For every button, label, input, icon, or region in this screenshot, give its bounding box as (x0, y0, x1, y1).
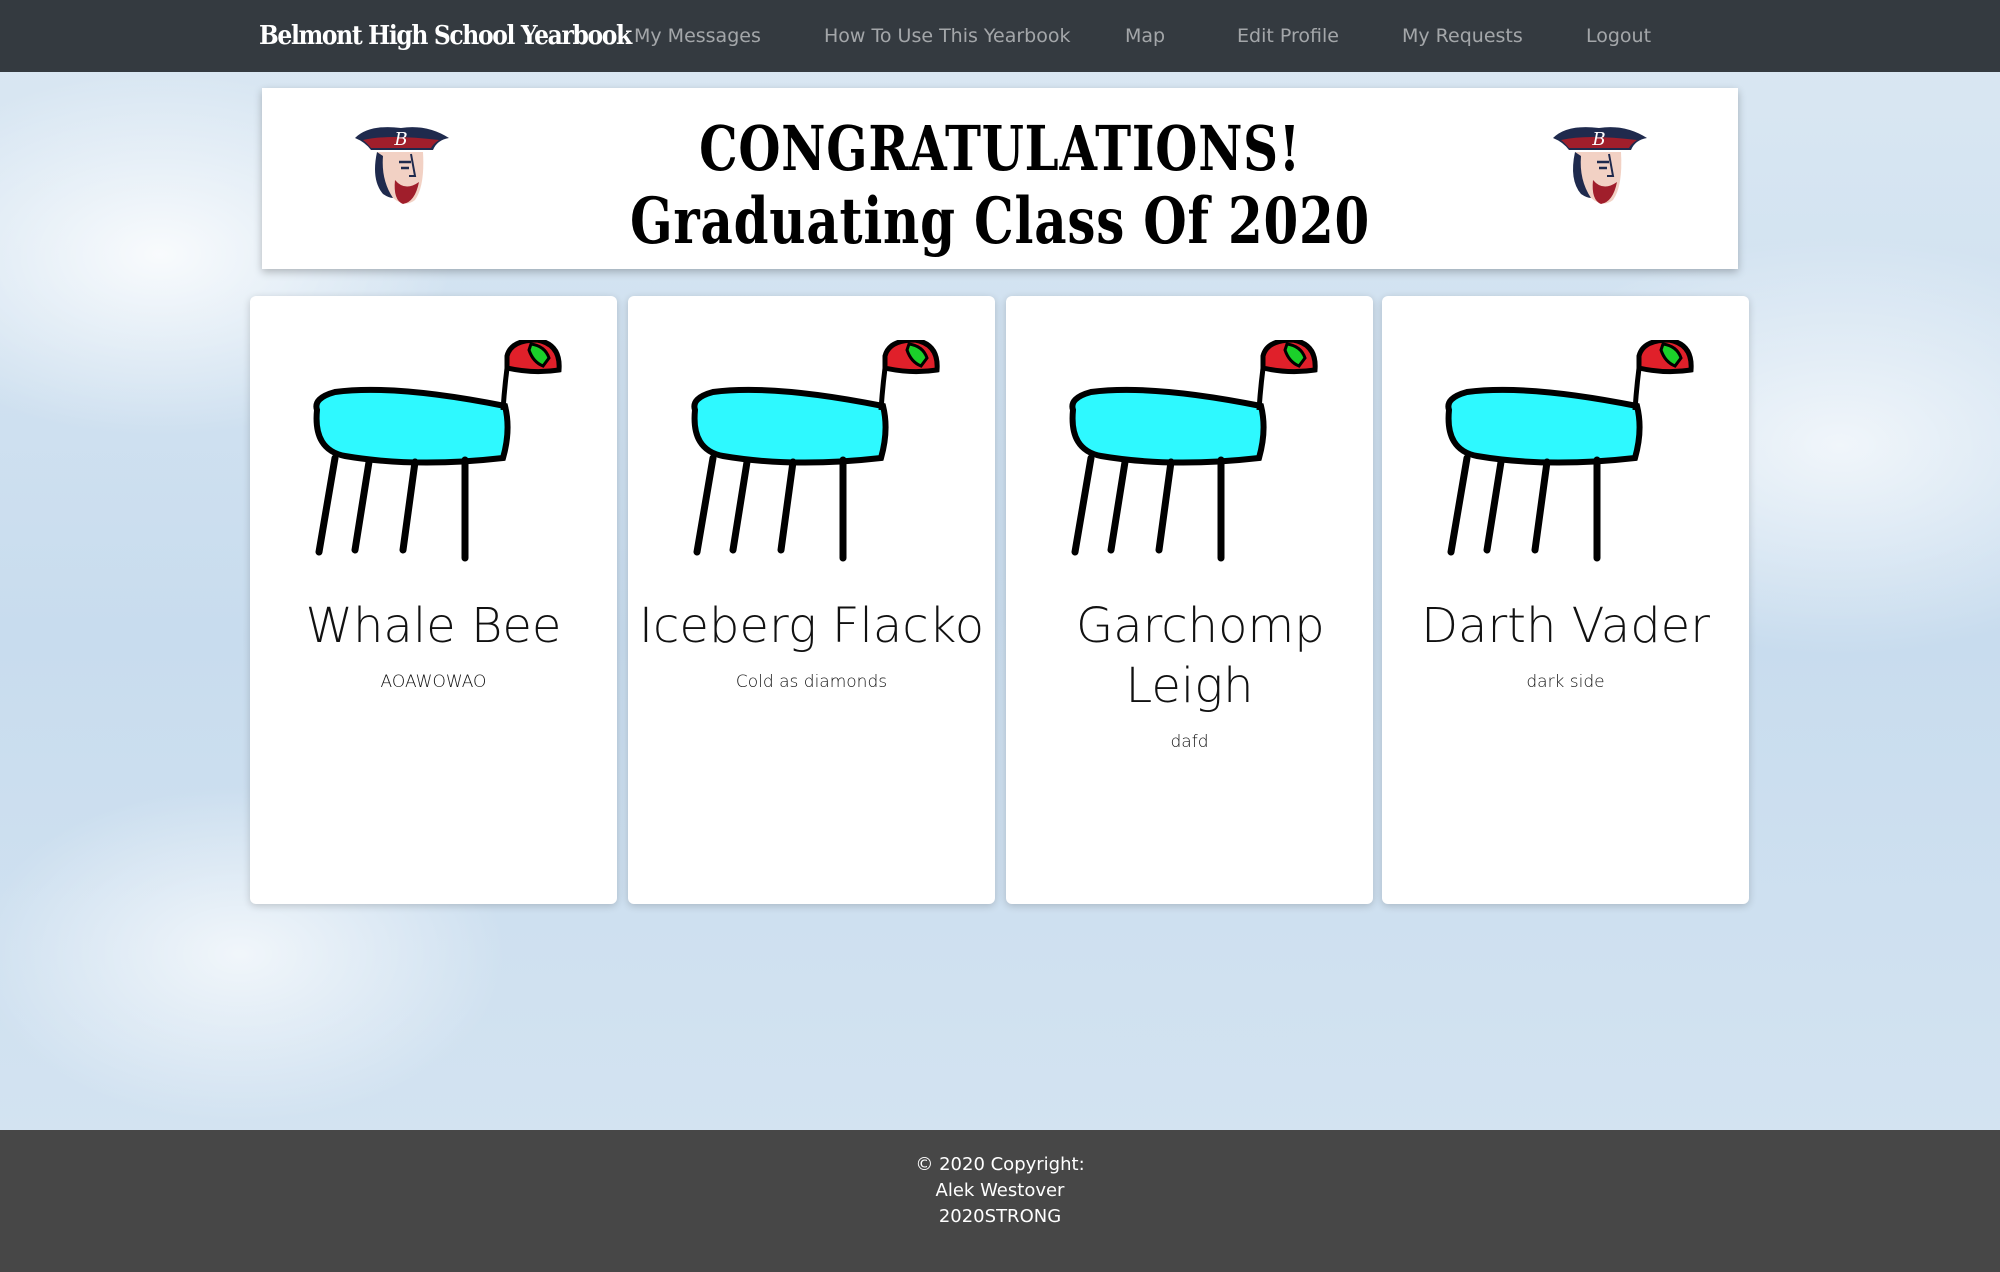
student-name-text: Whale Bee (305, 598, 562, 654)
patriot-mascot-logo: B (1553, 127, 1647, 204)
profile-picture (691, 340, 940, 562)
student-caption: dafd (1170, 732, 1209, 752)
banner-title: CONGRATULATIONS! (699, 112, 1301, 185)
student-caption: dark side (1526, 672, 1605, 692)
student-name: Whale Bee AOAWOWAO (260, 596, 607, 694)
navbar: Belmont High School Yearbook My Messages… (0, 0, 2000, 72)
footer-author: Alek Westover (935, 1180, 1065, 1201)
brand-link[interactable]: Belmont High School Yearbook (259, 0, 632, 72)
footer: © 2020 Copyright: Alek Westover 2020STRO… (0, 1130, 2000, 1272)
nav-how-to-use[interactable]: How To Use This Yearbook (824, 0, 1070, 72)
student-name-text: Iceberg Flacko (638, 598, 985, 654)
nav-edit-profile[interactable]: Edit Profile (1237, 0, 1339, 72)
student-card[interactable]: Iceberg Flacko Cold as diamonds (628, 296, 995, 904)
nav-my-messages[interactable]: My Messages (634, 0, 761, 72)
nav-logout[interactable]: Logout (1586, 0, 1651, 72)
svg-text:B: B (393, 129, 407, 150)
nav-my-requests[interactable]: My Requests (1402, 0, 1523, 72)
profile-picture (313, 340, 562, 562)
nav-map[interactable]: Map (1125, 0, 1165, 72)
student-name: Iceberg Flacko Cold as diamonds (638, 596, 985, 694)
profile-picture (1445, 340, 1694, 562)
student-name: Garchomp Leigh dafd (1016, 596, 1363, 754)
student-caption: AOAWOWAO (380, 672, 487, 692)
student-name-text: Garchomp Leigh (1076, 598, 1325, 714)
banner-subtitle: Graduating Class Of 2020 (629, 184, 1371, 259)
student-name-text: Darth Vader (1421, 598, 1710, 654)
student-name: Darth Vader dark side (1392, 596, 1739, 694)
svg-text:B: B (1591, 129, 1605, 150)
profile-picture (1069, 340, 1318, 562)
footer-copyright: © 2020 Copyright: (915, 1154, 1085, 1175)
student-card[interactable]: Whale Bee AOAWOWAO (250, 296, 617, 904)
student-caption: Cold as diamonds (735, 672, 888, 692)
footer-tagline: 2020STRONG (938, 1206, 1062, 1227)
student-card[interactable]: Garchomp Leigh dafd (1006, 296, 1373, 904)
congratulations-banner: B CONGRATULATIONS! Graduating Class Of 2… (262, 88, 1738, 269)
student-card[interactable]: Darth Vader dark side (1382, 296, 1749, 904)
